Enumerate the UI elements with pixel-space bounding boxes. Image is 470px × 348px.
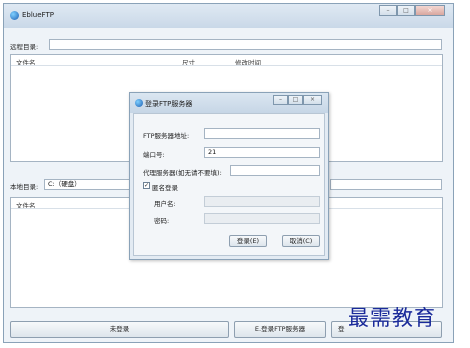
dialog-body: FTP服务器地址: 端口号: 21 代理服务器(如无请不要填): ✓ 匿名登录 … [133, 113, 325, 256]
server-address-label: FTP服务器地址: [143, 132, 190, 140]
local-dir-input[interactable]: C:（硬盘） [44, 179, 131, 190]
password-input[interactable] [204, 213, 320, 224]
status-bar: 未登录 [10, 321, 229, 338]
close-button[interactable]: × [415, 5, 445, 16]
dialog-title-bar: 登录FTP服务器 – □ × [130, 93, 328, 113]
dialog-minimize-button[interactable]: – [273, 95, 288, 105]
port-input[interactable]: 21 [204, 147, 320, 158]
proxy-input[interactable] [230, 165, 320, 176]
app-logo-icon [135, 99, 143, 107]
maximize-button[interactable]: □ [397, 5, 415, 16]
proxy-label: 代理服务器(如无请不要填): [143, 169, 222, 177]
cancel-button[interactable]: 取消(C) [282, 235, 320, 247]
username-input[interactable] [204, 196, 320, 207]
anonymous-login-checkbox[interactable]: ✓ [143, 182, 150, 189]
app-logo-icon [10, 11, 19, 20]
login-dialog: 登录FTP服务器 – □ × FTP服务器地址: 端口号: 21 代理服务器(如… [129, 92, 329, 260]
window-controls: – □ × [379, 5, 445, 16]
local-dir-label: 本地目录: [10, 183, 39, 191]
dialog-maximize-button[interactable]: □ [288, 95, 303, 105]
dialog-title: 登录FTP服务器 [145, 100, 193, 108]
title-bar: EblueFTP – □ × [4, 4, 453, 28]
local-dir-extra-input[interactable] [330, 179, 442, 190]
login-button[interactable]: 登录(E) [229, 235, 267, 247]
port-label: 端口号: [143, 151, 165, 159]
minimize-button[interactable]: – [379, 5, 397, 16]
anonymous-login-label: 匿名登录 [152, 184, 178, 192]
username-label: 用户名: [154, 200, 176, 208]
login-ftp-button[interactable]: E.登录FTP服务器 [234, 321, 326, 338]
server-address-input[interactable] [204, 128, 320, 139]
header-divider [11, 65, 442, 66]
password-label: 密码: [154, 217, 170, 225]
remote-dir-input[interactable] [49, 39, 442, 50]
window-title: EblueFTP [22, 11, 54, 19]
watermark-text: 最需教育 [348, 306, 436, 330]
dialog-window-controls: – □ × [273, 95, 322, 105]
remote-dir-label: 远程目录: [10, 43, 39, 51]
dialog-close-button[interactable]: × [303, 95, 322, 105]
